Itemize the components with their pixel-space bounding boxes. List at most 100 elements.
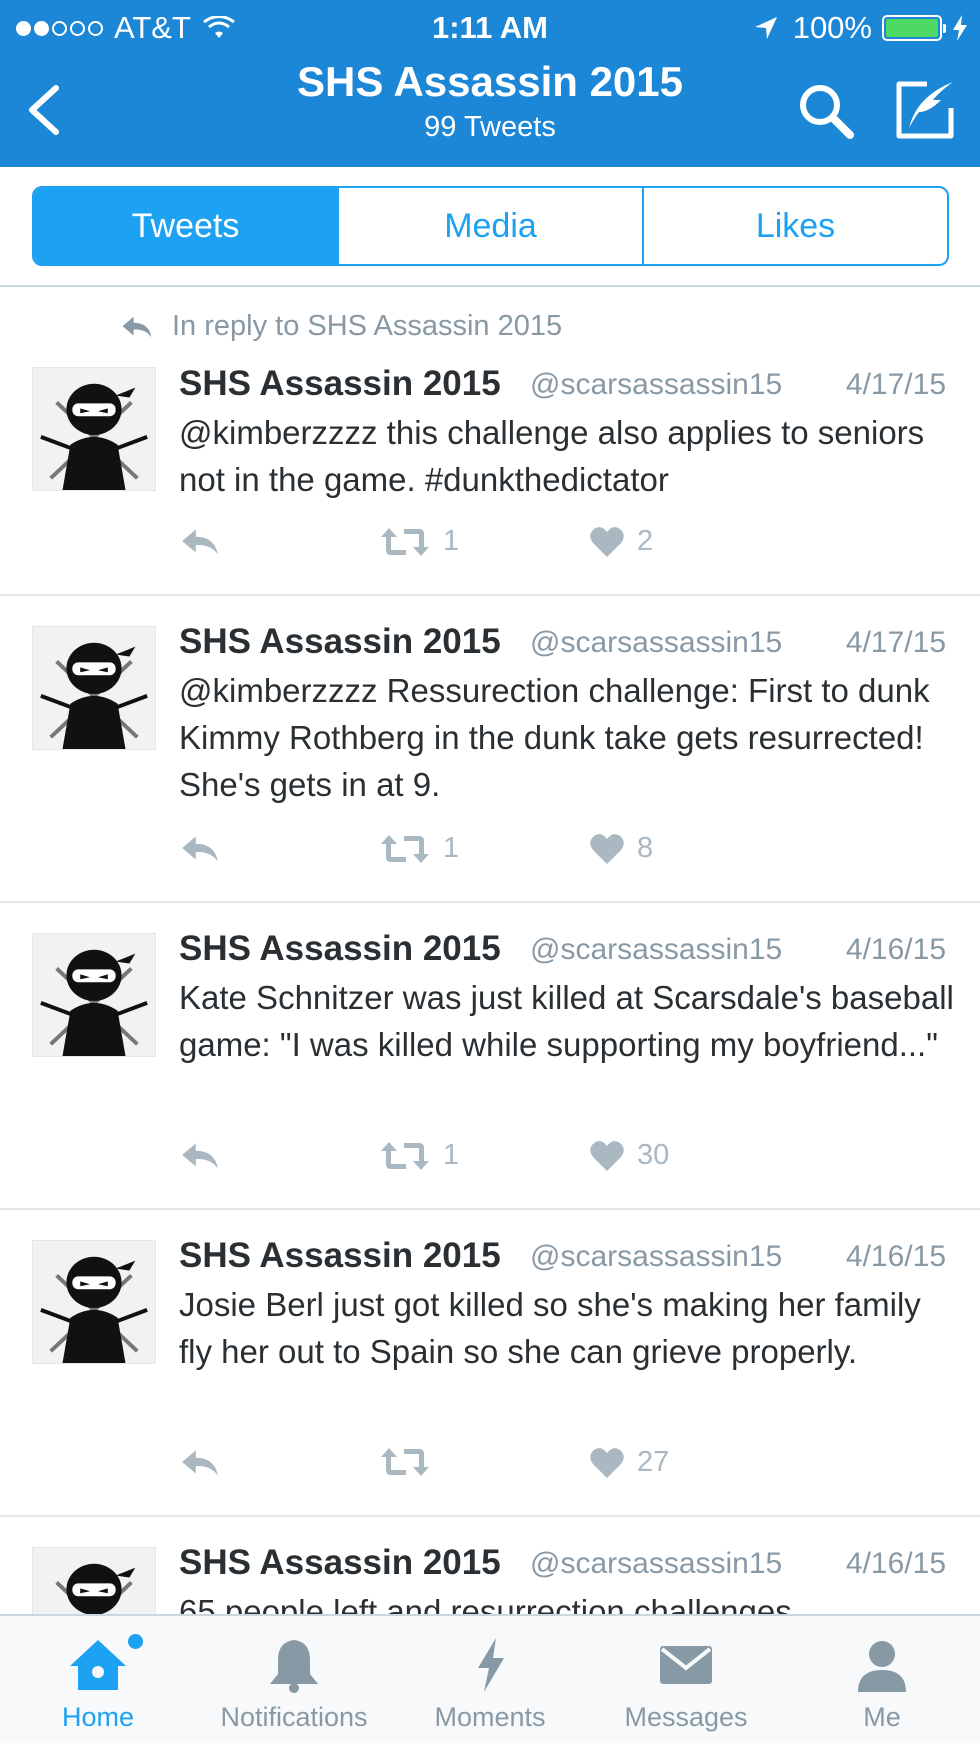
reply-button[interactable]: [179, 1446, 221, 1480]
tweet-author[interactable]: SHS Assassin 2015: [179, 622, 501, 662]
like-button[interactable]: 8: [589, 832, 653, 865]
like-count: 27: [637, 1446, 670, 1478]
tweet-text: @kimberzzzz this challenge also applies …: [179, 414, 925, 498]
ninja-avatar-icon: [33, 368, 155, 490]
tab-moments[interactable]: Moments: [392, 1616, 588, 1743]
tweet-author[interactable]: SHS Assassin 2015: [179, 929, 501, 969]
like-button[interactable]: 27: [589, 1446, 669, 1479]
ninja-avatar-icon: [33, 1548, 155, 1614]
avatar[interactable]: [32, 626, 156, 750]
retweet-icon: [379, 1446, 431, 1478]
tab-notifications[interactable]: Notifications: [196, 1616, 392, 1743]
retweet-button[interactable]: 1: [379, 525, 459, 558]
reply-button[interactable]: [179, 525, 221, 559]
heart-icon: [589, 526, 625, 558]
tab-label: Moments: [434, 1702, 546, 1732]
battery-icon: [882, 15, 946, 41]
bottom-tab-bar: Home Notifications Moments Messages Me: [0, 1614, 980, 1743]
tweet-handle: @scarsassassin15: [530, 1547, 783, 1580]
tweet-actions: 1 2: [179, 525, 679, 565]
avatar[interactable]: [32, 1240, 156, 1364]
tweet-item[interactable]: SHS Assassin 2015 @scarsassassin15 4/16/…: [0, 1210, 980, 1517]
reply-button[interactable]: [179, 832, 221, 866]
reply-context-icon: [120, 313, 154, 341]
retweet-count: 1: [443, 525, 460, 557]
tweet-actions: 1 8: [179, 832, 679, 872]
search-icon[interactable]: [795, 80, 857, 142]
tweet-text: @kimberzzzz Ressurection challenge: Firs…: [179, 672, 930, 803]
reply-button[interactable]: [179, 1139, 221, 1173]
tweet-item[interactable]: SHS Assassin 2015 @scarsassassin15 4/16/…: [0, 1517, 980, 1614]
tab-tweets[interactable]: Tweets: [34, 188, 339, 264]
like-button[interactable]: 2: [589, 525, 653, 558]
avatar[interactable]: [32, 367, 156, 491]
reply-context: In reply to SHS Assassin 2015: [120, 310, 562, 343]
like-count: 2: [637, 525, 654, 557]
tweet-item[interactable]: SHS Assassin 2015 @scarsassassin15 4/16/…: [0, 903, 980, 1210]
tweet-text: 65 people left and resurrection challeng…: [179, 1593, 792, 1614]
lightning-icon: [478, 1638, 504, 1692]
tweet-author[interactable]: SHS Assassin 2015: [179, 364, 501, 404]
home-icon: [70, 1640, 126, 1690]
status-bar: AT&T 1:11 AM 100%: [0, 0, 980, 54]
heart-icon: [589, 1447, 625, 1479]
battery-percent: 100%: [792, 10, 872, 45]
person-icon: [858, 1641, 906, 1692]
reply-context-text: In reply to SHS Assassin 2015: [172, 310, 563, 342]
like-count: 30: [637, 1139, 670, 1171]
tweet-text: Josie Berl just got killed so she's maki…: [179, 1286, 921, 1370]
retweet-count: 1: [443, 1139, 460, 1171]
retweet-icon: [379, 526, 431, 558]
tweet-actions: 1 30: [179, 1139, 679, 1179]
reply-icon: [179, 832, 221, 866]
home-notification-dot: [128, 1634, 143, 1649]
retweet-button[interactable]: 1: [379, 832, 459, 865]
tab-label: Notifications: [220, 1702, 368, 1732]
retweet-icon: [379, 833, 431, 865]
tab-me[interactable]: Me: [784, 1616, 980, 1743]
ninja-avatar-icon: [33, 934, 155, 1056]
tweet-date: 4/16/15: [845, 933, 946, 966]
tab-home[interactable]: Home: [0, 1616, 196, 1743]
tweet-date: 4/17/15: [845, 368, 946, 401]
avatar[interactable]: [32, 1547, 156, 1614]
reply-icon: [179, 1446, 221, 1480]
like-button[interactable]: 30: [589, 1139, 669, 1172]
tab-messages[interactable]: Messages: [588, 1616, 784, 1743]
reply-icon: [179, 1139, 221, 1173]
bell-icon: [270, 1640, 318, 1693]
retweet-button[interactable]: 1: [379, 1139, 459, 1172]
tweet-date: 4/17/15: [845, 626, 946, 659]
tab-label: Me: [863, 1702, 901, 1732]
like-count: 8: [637, 832, 654, 864]
header-bar: AT&T 1:11 AM 100% SHS Assassin 2015 99 T…: [0, 0, 980, 167]
profile-tabs: Tweets Media Likes: [32, 186, 949, 266]
tweet-author[interactable]: SHS Assassin 2015: [179, 1236, 501, 1276]
tweet-item[interactable]: In reply to SHS Assassin 2015 SHS Assass…: [0, 287, 980, 596]
tab-label: Messages: [624, 1702, 748, 1732]
charging-bolt-icon: [953, 15, 967, 41]
tweet-date: 4/16/15: [845, 1240, 946, 1273]
compose-icon[interactable]: [893, 78, 957, 142]
tweet-item[interactable]: SHS Assassin 2015 @scarsassassin15 4/17/…: [0, 596, 980, 903]
retweet-button[interactable]: [379, 1446, 443, 1478]
tab-likes[interactable]: Likes: [644, 188, 947, 264]
heart-icon: [589, 833, 625, 865]
location-arrow-icon: [754, 17, 777, 39]
tab-media[interactable]: Media: [339, 188, 644, 264]
tweet-author[interactable]: SHS Assassin 2015: [179, 1543, 501, 1583]
avatar[interactable]: [32, 933, 156, 1057]
tab-label: Home: [61, 1702, 135, 1732]
retweet-icon: [379, 1140, 431, 1172]
ninja-avatar-icon: [33, 627, 155, 749]
status-right: 100%: [753, 10, 968, 46]
tweet-actions: 27: [179, 1446, 679, 1486]
reply-icon: [179, 525, 221, 559]
tweet-date: 4/16/15: [845, 1547, 946, 1580]
tweet-handle: @scarsassassin15: [530, 368, 783, 401]
heart-icon: [589, 1140, 625, 1172]
tweet-text: Kate Schnitzer was just killed at Scarsd…: [179, 979, 954, 1063]
tweet-handle: @scarsassassin15: [530, 1240, 783, 1273]
tweet-handle: @scarsassassin15: [530, 933, 783, 966]
envelope-icon: [660, 1646, 712, 1684]
